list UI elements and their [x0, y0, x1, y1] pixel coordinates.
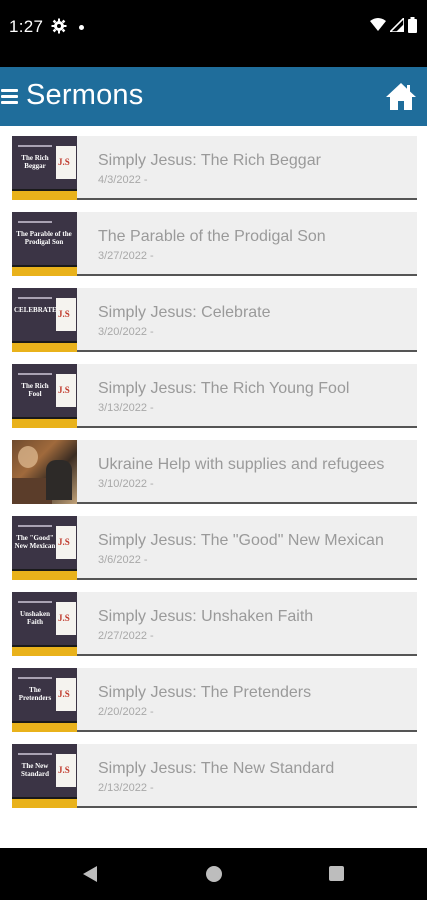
home-circle-icon[interactable]: [206, 866, 222, 882]
status-bar: 1:27: [0, 0, 427, 67]
sermon-thumbnail: Unshaken Faith J.S: [12, 592, 77, 656]
thumbnail-title: The Rich Beggar: [21, 154, 49, 170]
sermon-list-item[interactable]: The Rich Beggar J.S Simply Jesus: The Rich…: [12, 136, 417, 200]
back-icon[interactable]: [82, 865, 98, 883]
sermon-list-item[interactable]: CELEBRATE J.S Simply Jesus: Celebrate 3/20/…: [12, 288, 417, 352]
home-icon[interactable]: [385, 81, 417, 111]
signal-icon: [390, 18, 404, 32]
sermon-title: Ukraine Help with supplies and refugees: [98, 456, 385, 473]
battery-icon: [408, 17, 417, 33]
thumbnail-title: CELEBRATE: [14, 306, 57, 314]
sermon-thumbnail: The Rich Beggar J.S: [12, 136, 77, 200]
sermon-item-body[interactable]: Simply Jesus: Celebrate 3/20/2022 -: [77, 288, 417, 352]
thumbnail-title: Unshaken Faith: [20, 610, 50, 626]
sermon-item-body[interactable]: Simply Jesus: The "Good" New Mexican 3/6/…: [77, 516, 417, 580]
sermon-item-body[interactable]: Simply Jesus: The Rich Beggar 4/3/2022 -: [77, 136, 417, 200]
sermon-date: 2/27/2022 -: [98, 630, 154, 642]
hamburger-menu-icon[interactable]: [1, 89, 19, 105]
sermon-title: Simply Jesus: The Rich Beggar: [98, 152, 321, 169]
thumbnail-title: The "Good" New Mexican: [14, 534, 56, 550]
thumbnail-title: The Rich Fool: [21, 382, 49, 398]
sermon-item-body[interactable]: The Parable of the Prodigal Son 3/27/2022…: [77, 212, 417, 276]
sermon-date: 3/27/2022 -: [98, 250, 154, 262]
sermon-thumbnail: [12, 440, 77, 504]
sermon-title: Simply Jesus: The New Standard: [98, 760, 335, 777]
page-title: Sermons: [26, 79, 144, 111]
sermon-date: 3/10/2022 -: [98, 478, 154, 490]
sermon-thumbnail: CELEBRATE J.S: [12, 288, 77, 352]
sermon-thumbnail: The Pretenders J.S: [12, 668, 77, 732]
status-time: 1:27: [9, 17, 44, 36]
sermon-item-body[interactable]: Simply Jesus: Unshaken Faith 2/27/2022 -: [77, 592, 417, 656]
thumbnail-title: The Pretenders: [18, 686, 52, 702]
thumbnail-title: The New Standard: [20, 762, 49, 778]
sermon-date: 3/13/2022 -: [98, 402, 154, 414]
sermon-title: The Parable of the Prodigal Son: [98, 228, 326, 245]
thumbnail-title: The Parable of the Prodigal Son: [16, 230, 72, 246]
gear-icon: [51, 18, 67, 34]
sermon-item-body[interactable]: Simply Jesus: The New Standard 2/13/2022 …: [77, 744, 417, 808]
sermon-list-item[interactable]: The Parable of the Prodigal Son The Parab…: [12, 212, 417, 276]
sermon-item-body[interactable]: Ukraine Help with supplies and refugees 3…: [77, 440, 417, 504]
sermon-list-item[interactable]: The "Good" New Mexican J.S Simply Jesus: T…: [12, 516, 417, 580]
sermon-date: 2/13/2022 -: [98, 782, 154, 794]
sermon-title: Simply Jesus: Celebrate: [98, 304, 271, 321]
sermon-date: 3/20/2022 -: [98, 326, 154, 338]
recents-icon[interactable]: [329, 866, 344, 881]
sermon-list[interactable]: The Rich Beggar J.S Simply Jesus: The Rich…: [0, 126, 427, 848]
status-icons: [370, 17, 417, 33]
sermon-title: Simply Jesus: The Rich Young Fool: [98, 380, 350, 397]
sermon-title: Simply Jesus: The Pretenders: [98, 684, 312, 701]
sermon-thumbnail: The New Standard J.S: [12, 744, 77, 808]
sermon-list-item[interactable]: The Pretenders J.S Simply Jesus: The Prete…: [12, 668, 417, 732]
sermon-date: 2/20/2022 -: [98, 706, 154, 718]
sermon-item-body[interactable]: Simply Jesus: The Pretenders 2/20/2022 -: [77, 668, 417, 732]
app-header: Sermons: [0, 67, 427, 126]
sermon-date: 3/6/2022 -: [98, 554, 148, 566]
sermon-list-item[interactable]: Unshaken Faith J.S Simply Jesus: Unshaken …: [12, 592, 417, 656]
sermon-thumbnail: The Rich Fool J.S: [12, 364, 77, 428]
wifi-icon: [370, 18, 386, 31]
sermon-thumbnail: The "Good" New Mexican J.S: [12, 516, 77, 580]
sermon-title: Simply Jesus: Unshaken Faith: [98, 608, 314, 625]
sermon-list-item[interactable]: Ukraine Help with supplies and refugees 3…: [12, 440, 417, 504]
sermon-thumbnail: The Parable of the Prodigal Son: [12, 212, 77, 276]
sermon-item-body[interactable]: Simply Jesus: The Rich Young Fool 3/13/20…: [77, 364, 417, 428]
sermon-list-item[interactable]: The New Standard J.S Simply Jesus: The New…: [12, 744, 417, 808]
system-nav-bar: [0, 848, 427, 900]
sermon-title: Simply Jesus: The "Good" New Mexican: [98, 532, 384, 549]
notification-dot-icon: [79, 25, 84, 30]
sermon-date: 4/3/2022 -: [98, 174, 148, 186]
sermon-list-item[interactable]: The Rich Fool J.S Simply Jesus: The Rich Y…: [12, 364, 417, 428]
